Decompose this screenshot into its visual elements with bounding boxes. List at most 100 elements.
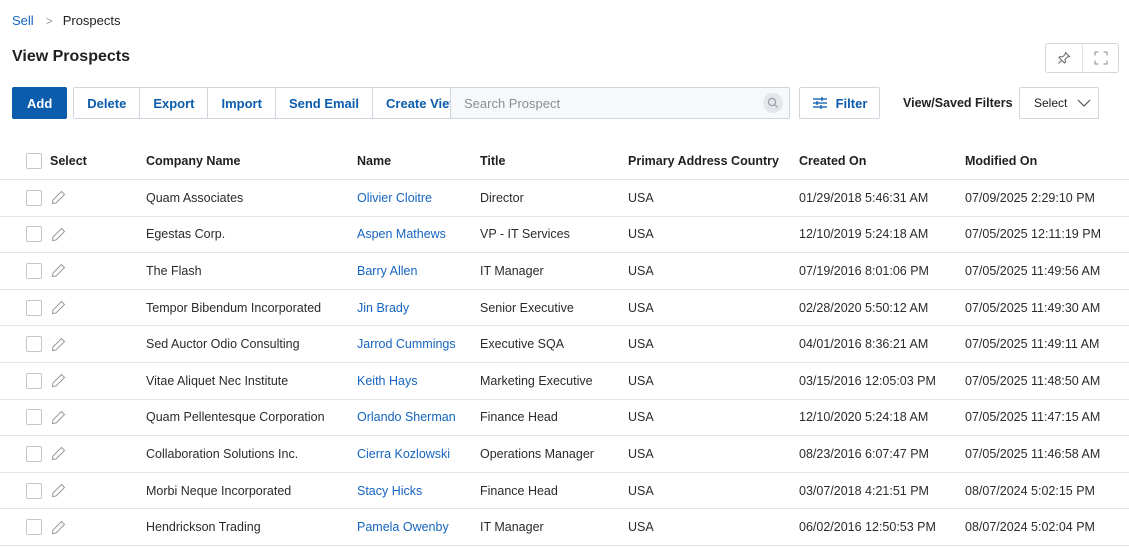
- table-row[interactable]: Collaboration Solutions Inc. Cierra Kozl…: [0, 436, 1129, 473]
- cell-name-link[interactable]: Barry Allen: [357, 253, 417, 289]
- pencil-icon[interactable]: [50, 336, 66, 352]
- row-checkbox[interactable]: [26, 445, 42, 462]
- cell-country: USA: [628, 483, 654, 498]
- cell-modified: 07/05/2025 11:49:11 AM: [965, 337, 1100, 352]
- header-country[interactable]: Primary Address Country: [628, 142, 779, 179]
- row-select: [26, 509, 66, 545]
- table-row[interactable]: Quam Pellentesque Corporation Orlando Sh…: [0, 400, 1129, 437]
- select-all-checkbox[interactable]: [26, 152, 42, 169]
- header-created[interactable]: Created On: [799, 142, 866, 179]
- cell-name-link[interactable]: Jin Brady: [357, 290, 409, 326]
- breadcrumb-separator: >: [45, 13, 53, 28]
- row-checkbox[interactable]: [26, 409, 42, 426]
- export-button[interactable]: Export: [139, 88, 208, 118]
- pencil-icon[interactable]: [50, 483, 66, 499]
- cell-country: USA: [628, 263, 654, 278]
- pencil-icon[interactable]: [50, 226, 66, 242]
- table-row[interactable]: Egestas Corp. Aspen Mathews VP - IT Serv…: [0, 217, 1129, 254]
- table-row[interactable]: Vitae Aliquet Nec Institute Keith Hays M…: [0, 363, 1129, 400]
- sliders-icon: [812, 97, 827, 109]
- header-company[interactable]: Company Name: [146, 142, 240, 179]
- cell-title: Operations Manager: [480, 446, 594, 461]
- cell-created: 04/01/2016 8:36:21 AM: [799, 337, 929, 352]
- add-button[interactable]: Add: [12, 87, 68, 119]
- delete-button[interactable]: Delete: [74, 88, 140, 118]
- cell-country: USA: [628, 520, 654, 535]
- row-checkbox[interactable]: [26, 226, 42, 243]
- filter-button[interactable]: Filter: [799, 87, 880, 119]
- saved-filters-label: View/Saved Filters: [903, 96, 1013, 110]
- expand-button[interactable]: [1082, 44, 1118, 72]
- cell-name-link[interactable]: Keith Hays: [357, 363, 417, 399]
- breadcrumb: Sell > Prospects: [12, 13, 121, 28]
- row-select: [26, 473, 66, 509]
- row-checkbox[interactable]: [26, 262, 42, 279]
- table-row[interactable]: Hendrickson Trading Pamela Owenby IT Man…: [0, 509, 1129, 546]
- table-row[interactable]: Quam Associates Olivier Cloitre Director…: [0, 180, 1129, 217]
- cell-name-link[interactable]: Pamela Owenby: [357, 509, 449, 545]
- header-title[interactable]: Title: [480, 142, 505, 179]
- cell-country: USA: [628, 227, 654, 242]
- cell-created: 12/10/2019 5:24:18 AM: [799, 227, 929, 242]
- cell-created: 12/10/2020 5:24:18 AM: [799, 410, 929, 425]
- pin-button[interactable]: [1046, 44, 1082, 72]
- row-select: [26, 180, 66, 216]
- cell-created: 03/07/2018 4:21:51 PM: [799, 483, 929, 498]
- breadcrumb-link-sell[interactable]: Sell: [12, 13, 34, 28]
- pencil-icon[interactable]: [50, 409, 66, 425]
- row-select: [26, 290, 66, 326]
- breadcrumb-current: Prospects: [62, 13, 121, 28]
- table-row[interactable]: The Flash Barry Allen IT Manager USA 07/…: [0, 253, 1129, 290]
- search-icon[interactable]: [763, 93, 783, 113]
- cell-name-link[interactable]: Orlando Sherman: [357, 400, 456, 436]
- table-row[interactable]: Sed Auctor Odio Consulting Jarrod Cummin…: [0, 326, 1129, 363]
- search-input[interactable]: [464, 95, 763, 111]
- cell-modified: 07/05/2025 11:48:50 AM: [965, 373, 1101, 388]
- row-checkbox[interactable]: [26, 336, 42, 353]
- row-checkbox[interactable]: [26, 299, 42, 316]
- cell-title: Marketing Executive: [480, 373, 593, 388]
- row-checkbox[interactable]: [26, 372, 42, 389]
- row-select: [26, 253, 66, 289]
- send-email-button[interactable]: Send Email: [274, 88, 373, 118]
- search-box: [450, 87, 790, 119]
- cell-company: Egestas Corp.: [146, 227, 226, 242]
- row-checkbox[interactable]: [26, 519, 42, 536]
- pencil-icon[interactable]: [50, 446, 66, 462]
- header-modified[interactable]: Modified On: [965, 142, 1037, 179]
- cell-created: 07/19/2016 8:01:06 PM: [799, 263, 929, 278]
- saved-filters-select[interactable]: Select: [1019, 87, 1099, 119]
- row-checkbox[interactable]: [26, 482, 42, 499]
- pencil-icon[interactable]: [50, 519, 66, 535]
- cell-company: Tempor Bibendum Incorporated: [146, 300, 322, 315]
- cell-company: Quam Pellentesque Corporation: [146, 410, 325, 425]
- cell-name-link[interactable]: Cierra Kozlowski: [357, 436, 450, 472]
- header-name[interactable]: Name: [357, 142, 391, 179]
- row-select: [26, 436, 66, 472]
- cell-created: 01/29/2018 5:46:31 AM: [799, 190, 929, 205]
- cell-company: Quam Associates: [146, 190, 244, 205]
- import-button[interactable]: Import: [207, 88, 275, 118]
- table-row[interactable]: Morbi Neque Incorporated Stacy Hicks Fin…: [0, 473, 1129, 510]
- cell-country: USA: [628, 446, 654, 461]
- pencil-icon[interactable]: [50, 190, 66, 206]
- pencil-icon[interactable]: [50, 373, 66, 389]
- row-checkbox[interactable]: [26, 189, 42, 206]
- cell-country: USA: [628, 410, 654, 425]
- cell-company: Morbi Neque Incorporated: [146, 483, 292, 498]
- expand-icon: [1094, 51, 1107, 65]
- pencil-icon[interactable]: [50, 263, 66, 279]
- cell-company: Collaboration Solutions Inc.: [146, 446, 299, 461]
- pencil-icon[interactable]: [50, 300, 66, 316]
- table-row[interactable]: Tempor Bibendum Incorporated Jin Brady S…: [0, 290, 1129, 327]
- saved-filters-value: Select: [1034, 96, 1068, 110]
- cell-title: VP - IT Services: [480, 227, 570, 242]
- cell-modified: 08/07/2024 5:02:04 PM: [965, 520, 1095, 535]
- cell-country: USA: [628, 373, 654, 388]
- cell-name-link[interactable]: Jarrod Cummings: [357, 326, 456, 362]
- cell-title: Senior Executive: [480, 300, 574, 315]
- cell-company: Hendrickson Trading: [146, 520, 261, 535]
- cell-name-link[interactable]: Olivier Cloitre: [357, 180, 432, 216]
- cell-name-link[interactable]: Stacy Hicks: [357, 473, 422, 509]
- cell-name-link[interactable]: Aspen Mathews: [357, 217, 446, 253]
